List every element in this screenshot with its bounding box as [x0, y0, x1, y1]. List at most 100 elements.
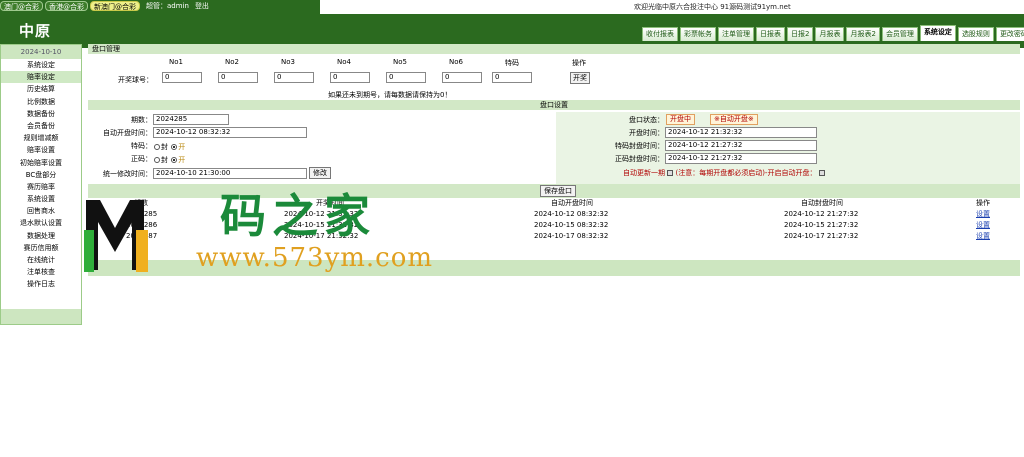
top-link-hongkong[interactable]: 香港@合彩	[45, 1, 88, 11]
cell-auto-open: 2024-10-15 08:32:32	[534, 221, 609, 229]
tab-system-settings[interactable]: 系统设定	[919, 25, 956, 41]
settings-left: 期数： 2024285 自动开盘时间： 2024-10-12 08:32:32 …	[88, 112, 556, 184]
tab-monthly-report[interactable]: 月报表	[815, 27, 845, 41]
sidebar-item-rebate-default[interactable]: 退水默认设置	[1, 217, 81, 229]
sidebar-item-odds-config[interactable]: 赔率设置	[1, 144, 81, 156]
cell-auto-open: 2024-10-12 08:32:32	[534, 210, 609, 218]
auto-open-input[interactable]: 2024-10-12 08:32:32	[153, 127, 307, 138]
page-title: 盘口管理	[88, 44, 1020, 54]
logo-text: 中原	[19, 22, 52, 40]
top-header: 澳门@合彩 香港@合彩 新澳门@合彩 超管：admin 登出 欢迎光临中原六合投…	[0, 0, 1024, 48]
period-label: 期数：	[131, 116, 152, 124]
sidebar-item-data-processing[interactable]: 数据处理	[1, 230, 81, 242]
open-time-input[interactable]: 2024-10-12 21:32:32	[665, 127, 817, 138]
cell-settings-link[interactable]: 设置	[976, 209, 990, 220]
sidebar-item-history-settlement[interactable]: 历史结算	[1, 83, 81, 95]
cell-draw-time: 2024-10-15 21:32:32	[284, 221, 359, 229]
normal-code-radios: 封 开	[153, 155, 185, 165]
cell-draw-time: 2024-10-17 21:32:32	[284, 232, 359, 240]
header-period: 期数	[134, 199, 148, 207]
tab-daily-report-2[interactable]: 日报2	[787, 27, 814, 41]
sidebar-item-odds-settings[interactable]: 赔率设定	[1, 71, 81, 84]
settings-title: 盘口设置	[88, 100, 1020, 110]
user-label: 超管：admin	[146, 2, 189, 10]
col-no5: No5	[393, 58, 407, 66]
open-time-label: 开盘时间：	[629, 129, 664, 137]
save-bar: 保存盘口	[88, 184, 1020, 198]
cell-period: 2024287	[126, 232, 158, 240]
top-link-macau[interactable]: 澳门@合彩	[0, 1, 43, 11]
draw-button[interactable]: 开奖	[570, 72, 590, 84]
sidebar-item-bc-section[interactable]: BC盘部分	[1, 169, 81, 181]
unified-modify-button[interactable]: 修改	[309, 167, 331, 179]
tab-daily-report[interactable]: 日报表	[756, 27, 785, 41]
auto-update-checkbox[interactable]	[667, 170, 674, 176]
auto-open-checkbox[interactable]	[818, 170, 825, 176]
cell-settings-link[interactable]: 设置	[976, 220, 990, 231]
period-table: 期数 开奖时间 自动开盘时间 自动封盘时间 操作 2024285 2024-10…	[88, 198, 1020, 242]
save-button[interactable]: 保存盘口	[540, 185, 576, 197]
sidebar-item-member-backup[interactable]: 会员备份	[1, 120, 81, 132]
status-open-badge: 开盘中	[666, 114, 695, 125]
period-input[interactable]: 2024285	[153, 114, 229, 125]
sidebar-item-calendar-odds[interactable]: 赛历赔率	[1, 181, 81, 193]
col-no2: No2	[225, 58, 239, 66]
no5-input[interactable]: 0	[386, 72, 426, 83]
col-no3: No3	[281, 58, 295, 66]
no2-input[interactable]: 0	[218, 72, 258, 83]
normal-radio-on[interactable]	[171, 157, 178, 163]
sidebar-item-system-settings[interactable]: 系统设定	[1, 59, 81, 71]
normal-close-input[interactable]: 2024-10-12 21:27:32	[665, 153, 817, 164]
tab-change-password[interactable]: 更改密码	[995, 27, 1024, 41]
table-footer	[88, 260, 1020, 276]
normal-code-label: 正码：	[131, 155, 152, 163]
status-label: 盘口状态：	[629, 116, 664, 124]
sidebar-item-data-backup[interactable]: 数据备份	[1, 108, 81, 120]
main-tabs: 收付报表 彩票帐务 注单管理 日报表 日报2 月报表 月报表2 会员管理 系统设…	[642, 25, 1024, 41]
special-close-label: 特码封盘时间：	[615, 142, 664, 150]
tab-monthly-report-2[interactable]: 月报表2	[846, 27, 880, 41]
special-radio-on-label: 开	[178, 143, 186, 151]
auto-open-label: 自动开盘时间：	[103, 129, 152, 137]
no6-input[interactable]: 0	[442, 72, 482, 83]
sidebar-item-bet-check[interactable]: 注单核查	[1, 266, 81, 278]
header-auto-close: 自动封盘时间	[801, 199, 843, 207]
special-close-input[interactable]: 2024-10-12 21:27:32	[665, 140, 817, 151]
sidebar: 2024-10-10 系统设定 赔率设定 历史结算 比例数据 数据备份 会员备份…	[0, 44, 82, 325]
tab-payments[interactable]: 收付报表	[642, 27, 678, 41]
col-no6: No6	[449, 58, 463, 66]
sidebar-item-operation-log[interactable]: 操作日志	[1, 278, 81, 290]
col-special: 特码	[505, 59, 519, 67]
notice-text: 欢迎光临中原六合投注中心 91源码测试91ym.net	[634, 3, 791, 11]
no4-input[interactable]: 0	[330, 72, 370, 83]
cell-draw-time: 2024-10-12 21:32:32	[284, 210, 359, 218]
logout-link[interactable]: 登出	[195, 1, 209, 11]
tab-lottery-accounts[interactable]: 彩票帐务	[680, 27, 716, 41]
sidebar-item-rebate[interactable]: 回售商水	[1, 205, 81, 217]
settings-section: 期数： 2024285 自动开盘时间： 2024-10-12 08:32:32 …	[88, 112, 1020, 184]
status-auto-badge: ※自动开盘※	[710, 114, 758, 125]
sidebar-item-system-config[interactable]: 系统设置	[1, 193, 81, 205]
special-radio-on[interactable]	[171, 144, 178, 150]
sidebar-item-ratio-data[interactable]: 比例数据	[1, 96, 81, 108]
sidebar-item-online-stats[interactable]: 在线统计	[1, 254, 81, 266]
special-radio-off-label: 封	[161, 143, 168, 151]
unified-time-input[interactable]: 2024-10-10 21:30:00	[153, 168, 307, 179]
no3-input[interactable]: 0	[274, 72, 314, 83]
cell-period: 2024285	[126, 210, 158, 218]
header-auto-open: 自动开盘时间	[551, 199, 593, 207]
top-link-new-macau[interactable]: 新澳门@合彩	[90, 1, 140, 11]
normal-radio-off[interactable]	[154, 157, 160, 163]
special-input[interactable]: 0	[492, 72, 532, 83]
col-no1: No1	[169, 58, 183, 66]
header-operation: 操作	[976, 199, 990, 207]
sidebar-item-rule-adjust[interactable]: 规则增减额	[1, 132, 81, 144]
sidebar-item-credit-limit[interactable]: 赛历信用额	[1, 242, 81, 254]
tab-bet-management[interactable]: 注单管理	[718, 27, 754, 41]
special-radio-off[interactable]	[154, 144, 160, 150]
sidebar-item-initial-odds[interactable]: 初始赔率设置	[1, 157, 81, 169]
tab-selection-rules[interactable]: 选股规则	[957, 27, 994, 41]
no1-input[interactable]: 0	[162, 72, 202, 83]
cell-settings-link[interactable]: 设置	[976, 231, 990, 242]
tab-member-management[interactable]: 会员管理	[881, 27, 918, 41]
